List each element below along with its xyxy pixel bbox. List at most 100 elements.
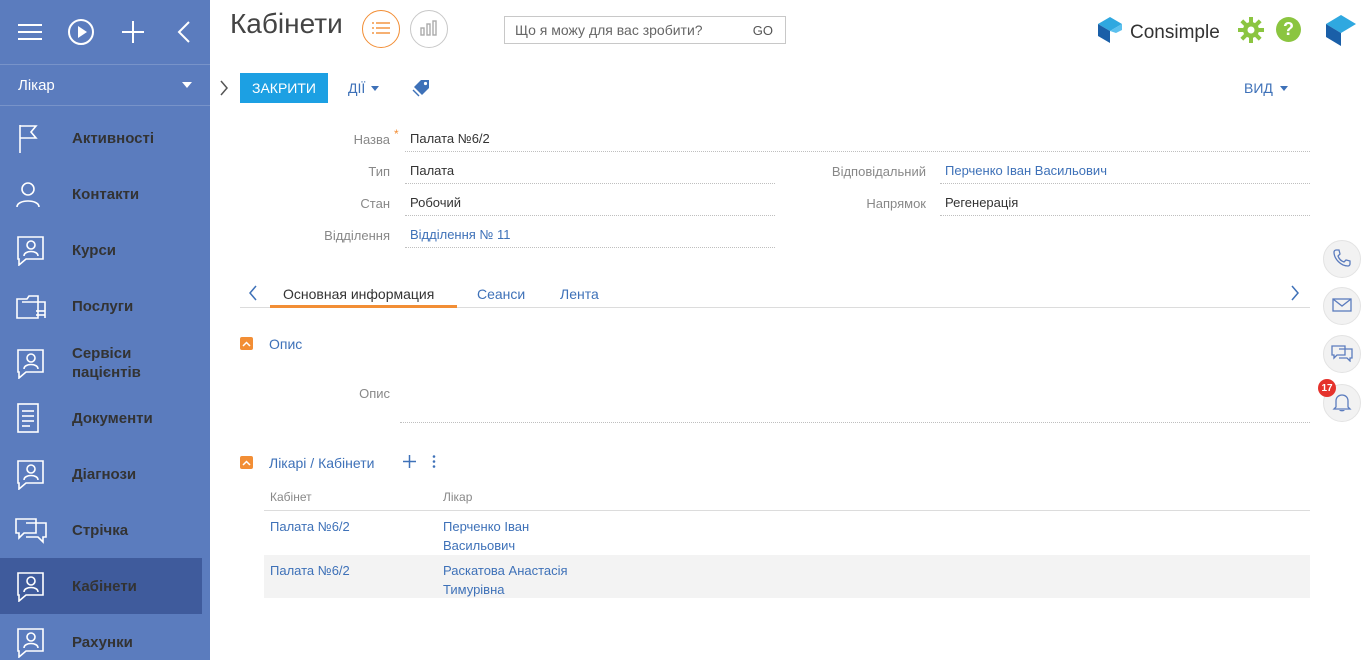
document-icon [0,390,72,446]
sidebar-item-courses[interactable]: Курси [0,222,202,278]
doctor-name-line: Васильович [443,538,516,553]
sidebar-item-invoices[interactable]: Рахунки [0,614,202,660]
cabinet-cell[interactable]: Палата №6/2 [270,561,350,580]
person-card-icon [0,558,72,614]
direction-field[interactable]: Регенерація [940,192,1310,216]
responsible-label: Відповідальний [831,164,926,179]
list-icon [372,21,390,38]
tab-scroll-left-icon[interactable] [248,285,258,304]
state-label: Стан [360,196,390,211]
command-input[interactable]: Що я можу для вас зробити? [515,22,703,38]
sidebar-item-services[interactable]: Послуги [0,278,202,334]
doctor-name-line: Тимурівна [443,582,505,597]
person-card-icon [0,222,72,278]
column-header-cabinet[interactable]: Кабінет [270,490,312,504]
bell-icon [1332,392,1352,415]
type-field[interactable]: Палата [405,160,775,184]
phone-button[interactable] [1323,240,1361,278]
list-view-button[interactable] [362,10,400,48]
name-field[interactable]: Палата №6/2 [405,128,1310,152]
sidebar-item-label: Контакти [72,185,140,203]
workplace-selector[interactable]: Лікар [0,64,210,106]
description-label: Опис [359,386,390,401]
caret-down-icon [371,85,380,91]
sidebar-item-label: Діагнози [72,465,137,483]
actions-menu-button[interactable]: ДІЇ [348,80,380,96]
sidebar-item-label: Курси [72,241,117,259]
name-label: Назва [353,132,390,147]
description-group-title[interactable]: Опис [269,336,302,352]
chat-icon [1331,344,1353,365]
department-field[interactable]: Відділення № 11 [405,224,775,248]
bar-chart-icon [420,19,438,39]
sidebar-item-label: Рахунки [72,633,133,651]
go-button[interactable]: GO [753,23,773,38]
command-line[interactable]: Що я можу для вас зробити? GO [504,16,786,44]
type-label: Тип [368,164,390,179]
analytics-view-button[interactable] [410,10,448,48]
menu-icon[interactable] [4,0,56,64]
sidebar-item-diagnoses[interactable]: Діагнози [0,446,202,502]
sidebar-item-activities[interactable]: Активності [0,110,202,166]
flag-icon [0,110,72,166]
folder-icon [0,278,72,334]
sidebar-item-label: Кабінети [72,577,137,595]
person-icon [0,166,72,222]
table-row[interactable]: Палата №6/2 Раскатова Анастасія Тимурівн… [264,555,1310,598]
sidebar-item-feed[interactable]: Стрічка [0,502,202,558]
process-run-icon[interactable] [56,0,108,64]
table-row[interactable]: Палата №6/2 Перченко Іван Васильович [264,511,1310,555]
tag-icon[interactable] [412,79,432,100]
tab-sessions[interactable]: Сеанси [477,286,525,302]
sidebar-item-contacts[interactable]: Контакти [0,166,202,222]
chevron-right-icon[interactable] [219,80,229,99]
tab-main-info[interactable]: Основная информация [283,286,434,302]
consimple-logo-icon [1096,16,1124,50]
add-record-icon[interactable] [402,454,417,472]
notification-count-badge: 17 [1318,379,1336,397]
description-field[interactable] [400,422,1310,423]
sidebar-item-cabinets[interactable]: Кабінети [0,558,202,614]
person-card-icon [0,614,72,660]
required-marker: * [394,127,399,141]
brand-name: Consimple [1130,22,1220,43]
actions-label: ДІЇ [348,80,366,96]
doctor-cell[interactable]: Раскатова Анастасія Тимурівна [443,561,568,599]
tab-feed[interactable]: Лента [560,286,599,302]
close-button[interactable]: ЗАКРИТИ [240,73,328,103]
back-icon[interactable] [159,0,211,64]
more-vertical-icon[interactable] [430,454,438,472]
doctor-cell[interactable]: Перченко Іван Васильович [443,517,529,555]
brand-logo: Consimple [1096,16,1220,50]
view-label: ВИД [1244,80,1273,96]
help-icon[interactable]: ? [1276,17,1301,42]
responsible-field[interactable]: Перченко Іван Васильович [940,160,1310,184]
cabinet-cell[interactable]: Палата №6/2 [270,517,350,536]
doctors-group-title[interactable]: Лікарі / Кабінети [269,455,374,471]
page-title: Кабінети [230,8,343,39]
view-menu-button[interactable]: ВИД [1244,80,1288,96]
chat-button[interactable] [1323,335,1361,373]
caret-down-icon [1279,85,1288,91]
collapse-doctors-icon[interactable] [240,456,253,469]
email-button[interactable] [1323,287,1361,325]
envelope-icon [1332,297,1352,316]
sidebar-item-label: Активності [72,129,155,147]
tab-scroll-right-icon[interactable] [1290,285,1300,304]
sidebar-item-label: Документи [72,409,153,427]
collapse-description-icon[interactable] [240,337,253,350]
state-field[interactable]: Робочий [405,192,775,216]
product-logo-icon[interactable] [1324,13,1358,50]
department-label: Відділення [324,228,390,243]
person-card-icon [0,335,72,391]
direction-label: Напрямок [866,196,926,211]
sidebar-toolbar [0,0,210,64]
sidebar-item-label: Сервіси пацієнтів [72,345,141,381]
add-icon[interactable] [107,0,159,64]
settings-gear-icon[interactable] [1238,17,1264,46]
sidebar-item-patient-services[interactable]: Сервіси пацієнтів [0,334,202,392]
chevron-down-icon [182,82,192,88]
active-tab-indicator [270,305,457,308]
sidebar-item-documents[interactable]: Документи [0,390,202,446]
column-header-doctor[interactable]: Лікар [443,490,472,504]
